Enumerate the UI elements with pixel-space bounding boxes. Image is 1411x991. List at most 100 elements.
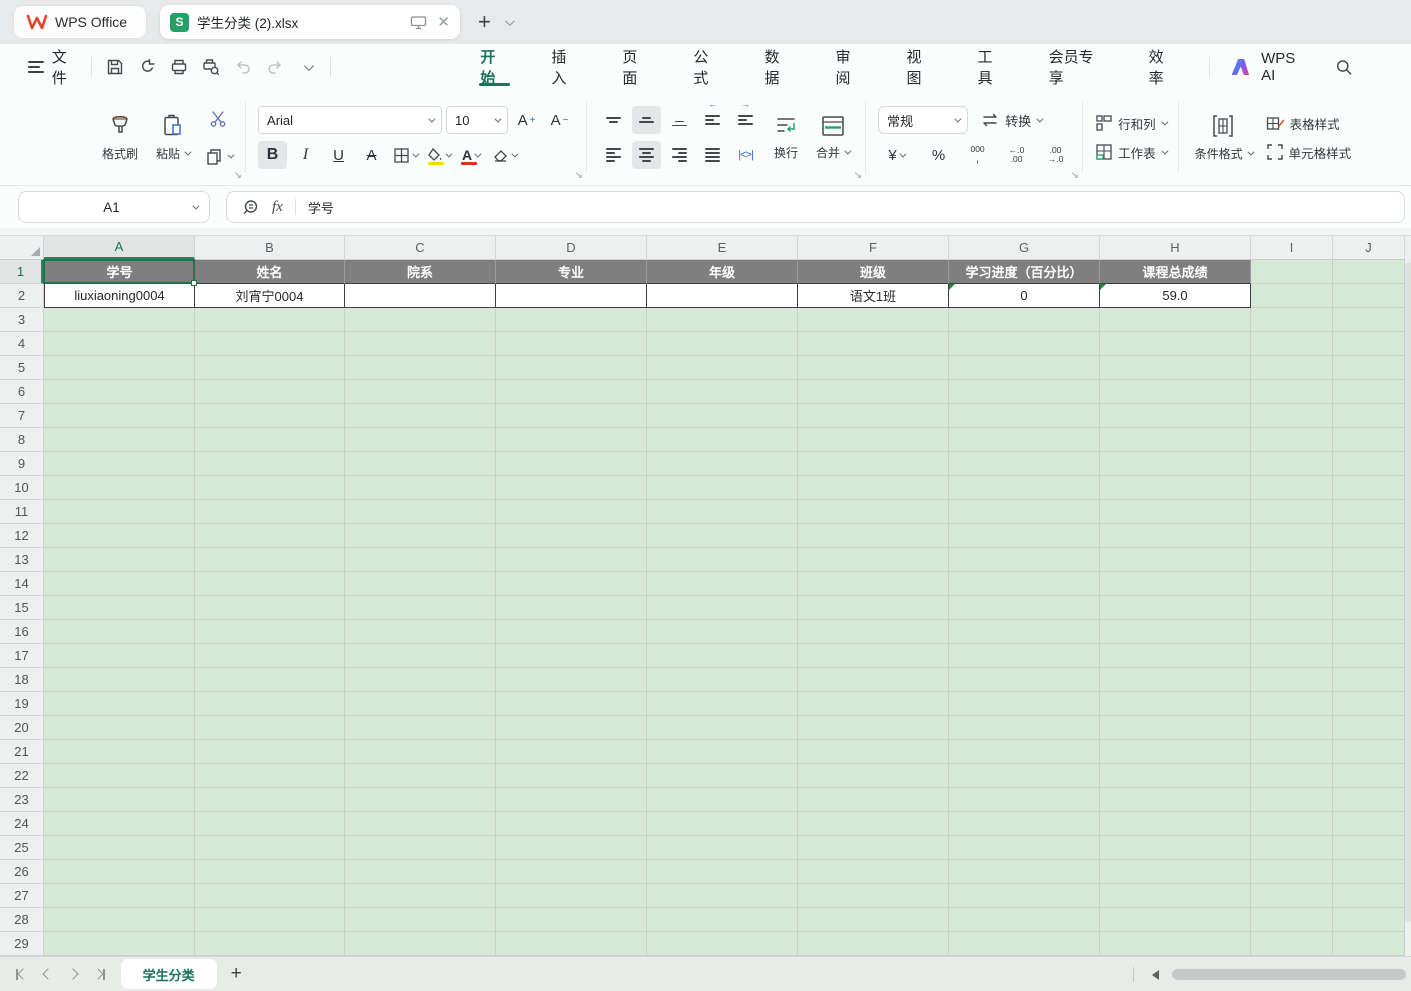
cell-I23[interactable]: [1251, 788, 1333, 812]
cell-B9[interactable]: [195, 452, 345, 476]
close-tab-icon[interactable]: ✕: [437, 13, 450, 31]
font-color-button[interactable]: A: [456, 141, 485, 169]
cell-C25[interactable]: [345, 836, 496, 860]
cell-D14[interactable]: [496, 572, 647, 596]
cell-H2[interactable]: 59.0: [1100, 284, 1251, 308]
cell-G22[interactable]: [949, 764, 1100, 788]
cell-B5[interactable]: [195, 356, 345, 380]
select-all-corner[interactable]: [0, 236, 44, 260]
cell-D16[interactable]: [496, 620, 647, 644]
row-header-21[interactable]: 21: [0, 740, 44, 764]
cell-E15[interactable]: [647, 596, 798, 620]
cell-F5[interactable]: [798, 356, 949, 380]
tab-list-chevron[interactable]: [505, 13, 512, 31]
row-header-14[interactable]: 14: [0, 572, 44, 596]
cell-E8[interactable]: [647, 428, 798, 452]
cell-I19[interactable]: [1251, 692, 1333, 716]
cell-B29[interactable]: [195, 932, 345, 956]
row-header-12[interactable]: 12: [0, 524, 44, 548]
hamburger-menu-icon[interactable]: [28, 61, 44, 73]
cell-F28[interactable]: [798, 908, 949, 932]
document-tab[interactable]: S 学生分类 (2).xlsx ✕: [160, 5, 460, 39]
align-right-button[interactable]: [665, 141, 694, 169]
italic-button[interactable]: I: [291, 141, 320, 169]
cell-F9[interactable]: [798, 452, 949, 476]
cell-J13[interactable]: [1333, 548, 1405, 572]
cell-J19[interactable]: [1333, 692, 1405, 716]
cell-E9[interactable]: [647, 452, 798, 476]
cell-F23[interactable]: [798, 788, 949, 812]
cell-H25[interactable]: [1100, 836, 1251, 860]
cell-C5[interactable]: [345, 356, 496, 380]
column-header-D[interactable]: D: [496, 236, 647, 260]
cell-J21[interactable]: [1333, 740, 1405, 764]
cell-F18[interactable]: [798, 668, 949, 692]
cell-D11[interactable]: [496, 500, 647, 524]
cell-G12[interactable]: [949, 524, 1100, 548]
cell-D17[interactable]: [496, 644, 647, 668]
cell-B15[interactable]: [195, 596, 345, 620]
cell-H19[interactable]: [1100, 692, 1251, 716]
cell-I21[interactable]: [1251, 740, 1333, 764]
cell-B23[interactable]: [195, 788, 345, 812]
cell-D20[interactable]: [496, 716, 647, 740]
table-style-button[interactable]: 表格样式: [1266, 114, 1352, 133]
cell-H18[interactable]: [1100, 668, 1251, 692]
column-header-I[interactable]: I: [1251, 236, 1333, 260]
alignment-dialog-launcher[interactable]: ↘: [854, 171, 862, 181]
cell-J6[interactable]: [1333, 380, 1405, 404]
cell-D3[interactable]: [496, 308, 647, 332]
cell-B6[interactable]: [195, 380, 345, 404]
menu-公式[interactable]: 公式: [672, 44, 743, 90]
cell-F3[interactable]: [798, 308, 949, 332]
number-dialog-launcher[interactable]: ↘: [1071, 171, 1079, 181]
cell-C2[interactable]: [345, 284, 496, 308]
cell-J5[interactable]: [1333, 356, 1405, 380]
cell-G16[interactable]: [949, 620, 1100, 644]
bold-button[interactable]: B: [258, 141, 287, 169]
percent-button[interactable]: %: [924, 141, 953, 169]
cell-I13[interactable]: [1251, 548, 1333, 572]
cell-B25[interactable]: [195, 836, 345, 860]
cell-D18[interactable]: [496, 668, 647, 692]
cell-C26[interactable]: [345, 860, 496, 884]
underline-button[interactable]: U: [324, 141, 353, 169]
cell-F8[interactable]: [798, 428, 949, 452]
cell-J16[interactable]: [1333, 620, 1405, 644]
cell-F20[interactable]: [798, 716, 949, 740]
cell-B19[interactable]: [195, 692, 345, 716]
cell-E19[interactable]: [647, 692, 798, 716]
cell-J15[interactable]: [1333, 596, 1405, 620]
horizontal-scrollbar-thumb[interactable]: [1172, 969, 1406, 980]
cell-H6[interactable]: [1100, 380, 1251, 404]
menu-视图[interactable]: 视图: [886, 44, 957, 90]
cell-H23[interactable]: [1100, 788, 1251, 812]
row-header-2[interactable]: 2: [0, 284, 44, 308]
print-preview-button[interactable]: [198, 54, 224, 80]
cell-E29[interactable]: [647, 932, 798, 956]
convert-button[interactable]: 转换: [980, 111, 1041, 130]
cell-G29[interactable]: [949, 932, 1100, 956]
cell-J1[interactable]: [1333, 260, 1405, 284]
cell-A9[interactable]: [44, 452, 195, 476]
cell-I5[interactable]: [1251, 356, 1333, 380]
cell-J24[interactable]: [1333, 812, 1405, 836]
currency-button[interactable]: ¥: [878, 141, 914, 169]
cell-B2[interactable]: 刘宵宁0004: [195, 284, 345, 308]
cell-A2[interactable]: liuxiaoning0004: [44, 284, 195, 308]
cell-I17[interactable]: [1251, 644, 1333, 668]
row-header-4[interactable]: 4: [0, 332, 44, 356]
cell-B18[interactable]: [195, 668, 345, 692]
cell-D13[interactable]: [496, 548, 647, 572]
cell-C27[interactable]: [345, 884, 496, 908]
cell-J2[interactable]: [1333, 284, 1405, 308]
cell-J4[interactable]: [1333, 332, 1405, 356]
cell-E5[interactable]: [647, 356, 798, 380]
cell-B26[interactable]: [195, 860, 345, 884]
cell-H5[interactable]: [1100, 356, 1251, 380]
cell-D5[interactable]: [496, 356, 647, 380]
cell-C9[interactable]: [345, 452, 496, 476]
cell-B24[interactable]: [195, 812, 345, 836]
cell-C19[interactable]: [345, 692, 496, 716]
cell-D15[interactable]: [496, 596, 647, 620]
